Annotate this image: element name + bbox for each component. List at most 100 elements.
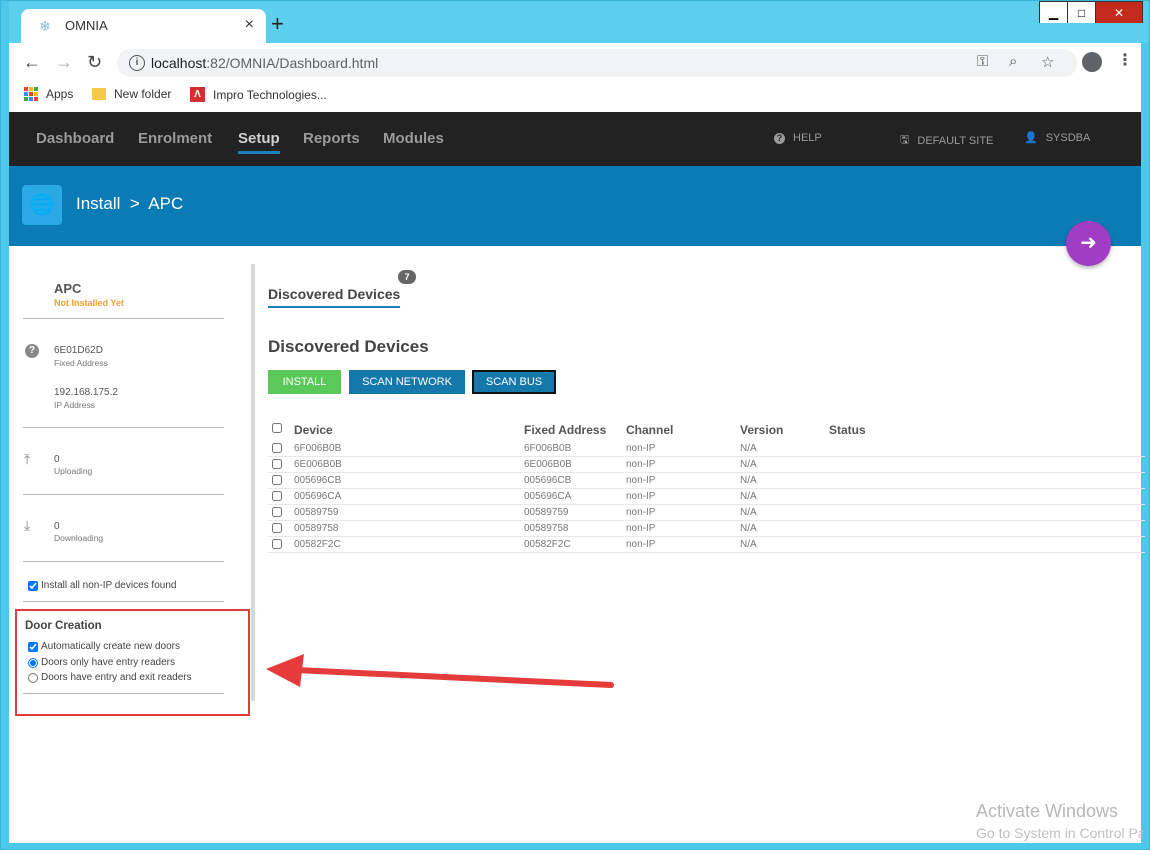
tab-title: OMNIA — [65, 18, 108, 33]
row-checkbox[interactable] — [272, 475, 282, 485]
annotation-highlight-box — [15, 609, 250, 716]
address-bar[interactable]: i localhost:82/OMNIA/Dashboard.html ⚿ ⌕ … — [117, 49, 1077, 77]
cell-fixed-address: 6E006B0B — [524, 459, 572, 470]
window-controls: ▁ □ ✕ — [1039, 1, 1143, 23]
apps-grid-icon — [24, 87, 38, 101]
cell-version: N/A — [740, 459, 757, 470]
col-fixed-address[interactable]: Fixed Address — [524, 423, 606, 437]
table-row[interactable]: 005696CB 005696CB non-IP N/A — [268, 473, 1145, 489]
bookmark-apps[interactable]: Apps — [24, 87, 73, 101]
tab-discovered-devices[interactable]: Discovered Devices — [268, 286, 401, 308]
table-row[interactable]: 005696CA 005696CA non-IP N/A — [268, 489, 1145, 505]
ip-address-value: 192.168.175.2 — [54, 387, 118, 398]
select-all-checkbox[interactable] — [272, 423, 282, 433]
activate-windows-subtitle: Go to System in Control Panel to activat… — [976, 825, 1143, 841]
table-row[interactable]: 6E006B0B 6E006B0B non-IP N/A — [268, 457, 1145, 473]
fixed-address-value: 6E01D62D — [54, 345, 103, 356]
browser-menu-icon[interactable]: ⋮ — [1117, 51, 1133, 71]
scan-network-button[interactable]: SCAN NETWORK — [349, 370, 465, 394]
cell-version: N/A — [740, 507, 757, 518]
table-body: 6F006B0B 6F006B0B non-IP N/A 6E006B0B 6E006B0… — [268, 441, 1145, 553]
table-row[interactable]: 00589759 00589759 non-IP N/A — [268, 505, 1145, 521]
table-row[interactable]: 00589758 00589758 non-IP N/A — [268, 521, 1145, 537]
tab-close-icon[interactable]: × — [245, 16, 254, 34]
divider — [23, 561, 224, 562]
cell-device: 005696CB — [294, 475, 342, 486]
scan-bus-button[interactable]: SCAN BUS — [472, 370, 556, 394]
site-label: DEFAULT SITE — [917, 134, 994, 147]
browser-toolbar: ← → ↻ i localhost:82/OMNIA/Dashboard.htm… — [9, 43, 1141, 81]
sidebar-divider — [251, 264, 255, 701]
minimize-button[interactable]: ▁ — [1040, 2, 1068, 23]
row-checkbox[interactable] — [272, 507, 282, 517]
help-link[interactable]: ? HELP — [774, 132, 822, 144]
col-device[interactable]: Device — [294, 423, 333, 437]
nav-setup[interactable]: Setup — [238, 130, 280, 154]
close-window-button[interactable]: ✕ — [1096, 2, 1142, 23]
cell-fixed-address: 6F006B0B — [524, 443, 572, 454]
nav-enrolment[interactable]: Enrolment — [138, 130, 212, 147]
cell-device: 005696CA — [294, 491, 342, 502]
url-text[interactable]: localhost:82/OMNIA/Dashboard.html — [151, 55, 378, 71]
bookmarks-bar: Apps New folder Λ Impro Technologies... — [9, 81, 1141, 112]
nav-dashboard[interactable]: Dashboard — [36, 130, 114, 147]
install-button[interactable]: INSTALL — [268, 370, 341, 394]
page-banner: 🌐 Install > APC — [9, 166, 1141, 246]
maximize-button[interactable]: □ — [1068, 2, 1096, 23]
site-info-icon[interactable]: i — [129, 55, 145, 71]
back-button[interactable]: ➜ — [1066, 221, 1111, 266]
row-checkbox[interactable] — [272, 459, 282, 469]
key-icon[interactable]: ⚿ — [977, 53, 988, 70]
install-nonip-checkbox[interactable] — [28, 580, 38, 591]
cell-version: N/A — [740, 443, 757, 454]
cell-device: 00589758 — [294, 523, 339, 534]
table-row[interactable]: 00582F2C 00582F2C non-IP N/A — [268, 537, 1145, 553]
activate-windows-title: Activate Windows — [976, 801, 1119, 821]
device-title: APC — [54, 281, 82, 296]
bookmark-label: Impro Technologies... — [213, 87, 327, 102]
install-nonip-option[interactable]: Install all non-IP devices found — [28, 580, 176, 591]
breadcrumb: Install > APC — [76, 194, 184, 213]
ip-address-label: IP Address — [54, 400, 95, 410]
back-arrow-icon[interactable]: ← — [23, 52, 41, 72]
bookmark-label: New folder — [114, 87, 172, 101]
cell-fixed-address: 00589758 — [524, 523, 569, 534]
install-globe-icon: 🌐 — [22, 185, 62, 225]
table-row[interactable]: 6F006B0B 6F006B0B non-IP N/A — [268, 441, 1145, 457]
device-count-badge: 7 — [398, 270, 416, 284]
cell-device: 00582F2C — [294, 539, 341, 550]
uploading-label: Uploading — [54, 466, 93, 476]
browser-window: ❄ OMNIA × + ▁ □ ✕ ← → ↻ i localhost:82/O… — [0, 0, 1150, 850]
user-menu[interactable]: 👤 SYSDBA — [1024, 131, 1090, 145]
nav-reports[interactable]: Reports — [303, 130, 360, 147]
row-checkbox[interactable] — [272, 443, 282, 453]
cell-device: 6F006B0B — [294, 443, 342, 454]
browser-tab[interactable]: ❄ OMNIA × — [21, 9, 266, 43]
cell-device: 6E006B0B — [294, 459, 342, 470]
bookmark-impro[interactable]: Λ Impro Technologies... — [190, 87, 327, 102]
install-nonip-label: Install all non-IP devices found — [41, 580, 177, 591]
cell-fixed-address: 00589759 — [524, 507, 569, 518]
bookmark-new-folder[interactable]: New folder — [92, 87, 171, 101]
col-status[interactable]: Status — [829, 423, 866, 437]
row-checkbox[interactable] — [272, 491, 282, 501]
reload-icon[interactable]: ↻ — [87, 52, 102, 72]
profile-icon[interactable] — [1082, 52, 1102, 72]
question-icon: ? — [25, 344, 39, 358]
zoom-icon[interactable]: ⌕ — [1009, 53, 1017, 70]
forward-arrow-icon[interactable]: → — [55, 52, 73, 72]
nav-modules[interactable]: Modules — [383, 130, 444, 147]
cell-version: N/A — [740, 539, 757, 550]
site-selector[interactable]: 🖫 DEFAULT SITE — [900, 131, 993, 150]
new-tab-button[interactable]: + — [271, 13, 284, 35]
cell-version: N/A — [740, 475, 757, 486]
bookmark-star-icon[interactable]: ☆ — [1041, 53, 1054, 71]
row-checkbox[interactable] — [272, 523, 282, 533]
row-checkbox[interactable] — [272, 539, 282, 549]
col-version[interactable]: Version — [740, 423, 783, 437]
download-icon: ⤓ — [24, 517, 31, 533]
downloading-value: 0 — [54, 521, 60, 532]
col-channel[interactable]: Channel — [626, 423, 673, 437]
divider — [23, 318, 224, 319]
cell-channel: non-IP — [626, 491, 656, 502]
